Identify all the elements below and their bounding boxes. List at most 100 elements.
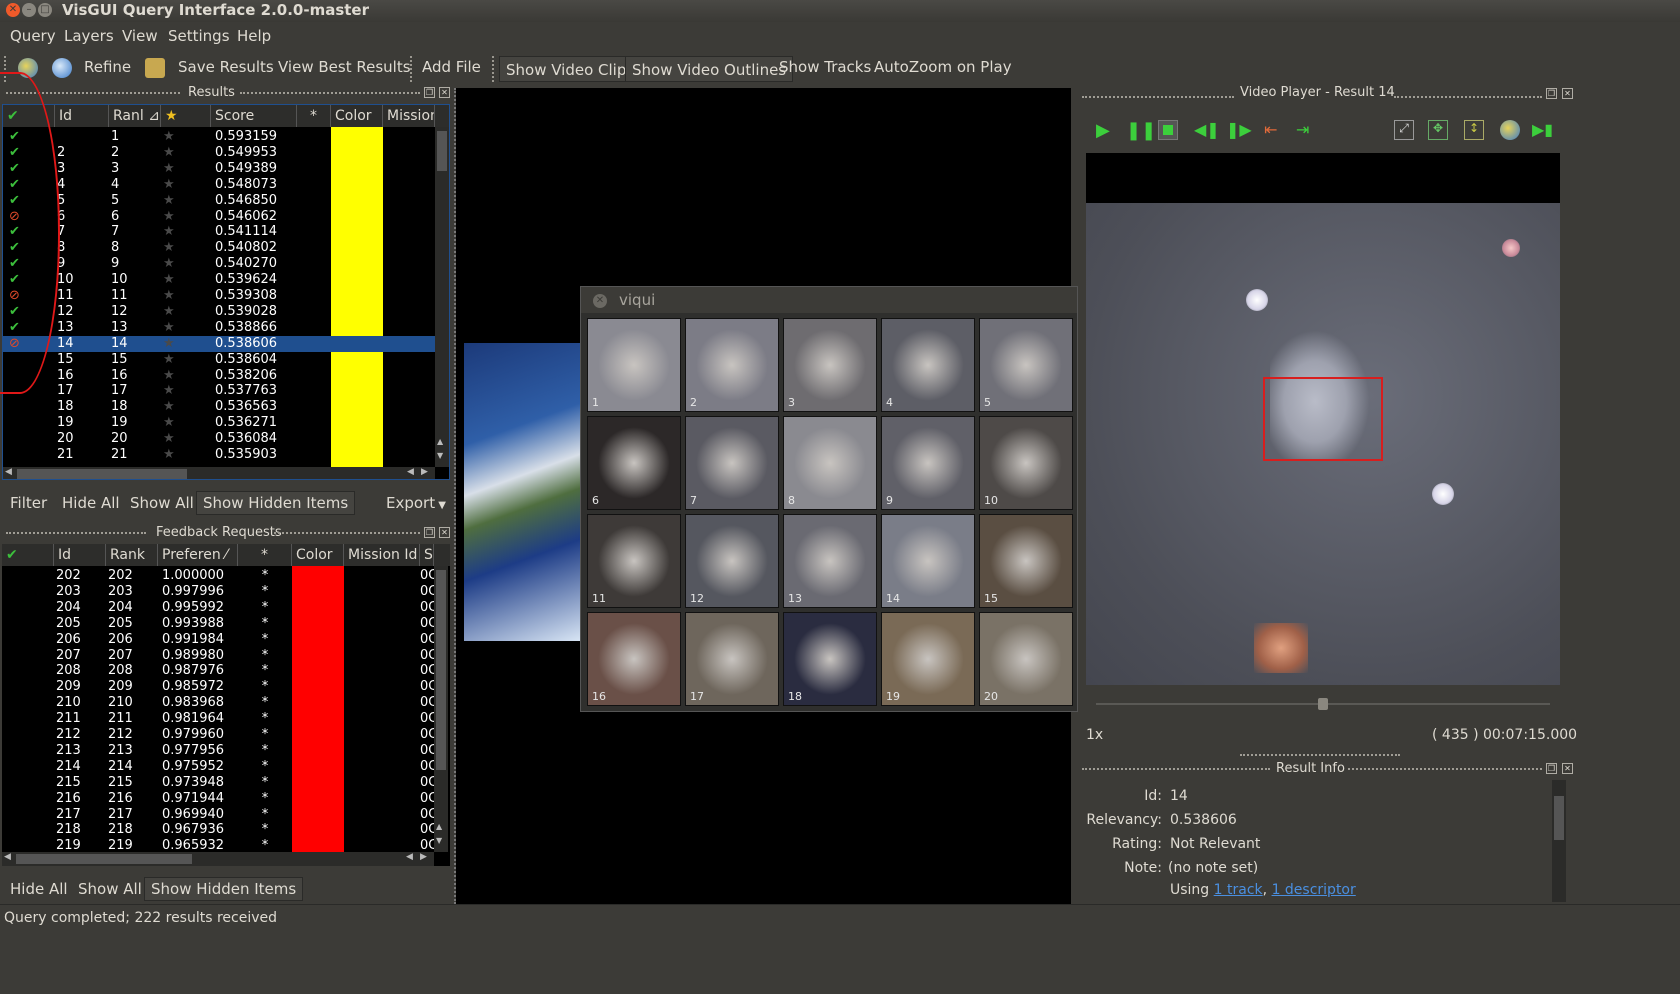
preference-column-header[interactable]: Preferen ⁄ <box>158 544 238 566</box>
menu-view[interactable]: View <box>122 27 158 45</box>
descriptor-link[interactable]: 1 descriptor <box>1272 882 1356 898</box>
splitter-handle[interactable] <box>1240 754 1400 757</box>
mission-id-column-header[interactable]: Mission Id <box>344 544 420 566</box>
close-dock-icon[interactable]: ✕ <box>439 87 450 98</box>
close-dock-icon[interactable]: ✕ <box>1562 88 1573 99</box>
scrollbar-thumb[interactable] <box>436 570 446 770</box>
refine-button[interactable]: Refine <box>84 58 131 76</box>
scroll-left-icon[interactable]: ◀ <box>5 467 12 477</box>
table-row[interactable]: 19 19 ★ 0.536271 <box>3 415 435 431</box>
table-row[interactable]: 212 212 0.979960 * 0C <box>2 727 434 743</box>
pause-icon[interactable]: ❚❚ <box>1126 120 1156 141</box>
scrollbar-thumb[interactable] <box>17 469 187 479</box>
table-row[interactable]: 21 21 ★ 0.535903 <box>3 447 435 463</box>
table-row[interactable]: 208 208 0.987976 * 0C <box>2 663 434 679</box>
dock-grip[interactable] <box>6 532 146 536</box>
results-table[interactable]: ✔ Id Ranl ⊿ ★ Score * Color Mission ✔ 1 ★ 0… <box>2 104 450 480</box>
add-file-button[interactable]: Add File <box>422 58 481 76</box>
step-back-icon[interactable]: ◀❚ <box>1194 120 1220 140</box>
track-link[interactable]: 1 track <box>1214 882 1263 898</box>
status-column-header[interactable]: ✔ <box>2 544 54 566</box>
table-row[interactable]: ✔ 13 13 ★ 0.538866 <box>3 320 435 336</box>
scrollbar-thumb[interactable] <box>1554 796 1564 840</box>
go-to-start-icon[interactable]: ⇤ <box>1264 120 1284 140</box>
table-row[interactable]: 16 16 ★ 0.538206 <box>3 368 435 384</box>
scroll-left-icon[interactable]: ◀ <box>407 467 414 477</box>
table-row[interactable]: ⊘ 6 6 ★ 0.546062 <box>3 209 435 225</box>
thumbnail-9[interactable]: 9 <box>881 416 975 510</box>
asterisk-column-header[interactable]: * <box>238 544 292 566</box>
menu-settings[interactable]: Settings <box>168 27 230 45</box>
table-row[interactable]: ✔ 2 2 ★ 0.549953 <box>3 145 435 161</box>
thumbnail-2[interactable]: 2 <box>685 318 779 412</box>
table-row[interactable]: ✔ 5 5 ★ 0.546850 <box>3 193 435 209</box>
hide-all-button[interactable]: Hide All <box>10 880 68 898</box>
table-row[interactable]: 18 18 ★ 0.536563 <box>3 399 435 415</box>
dock-grip[interactable] <box>1348 768 1542 772</box>
show-video-clips-toggle[interactable]: Show Video Clips <box>499 56 642 82</box>
rank-column-header[interactable]: Rank <box>106 544 158 566</box>
table-row[interactable]: ⊘ 14 14 ★ 0.538606 <box>3 335 435 352</box>
table-row[interactable]: 206 206 0.991984 * 0C <box>2 632 434 648</box>
scroll-down-icon[interactable]: ▼ <box>436 836 442 845</box>
table-row[interactable]: ✔ 4 4 ★ 0.548073 <box>3 177 435 193</box>
thumbnail-4[interactable]: 4 <box>881 318 975 412</box>
table-row[interactable]: 213 213 0.977956 * 0C <box>2 743 434 759</box>
thumbnail-10[interactable]: 10 <box>979 416 1073 510</box>
table-row[interactable]: ✔ 8 8 ★ 0.540802 <box>3 240 435 256</box>
feedback-vertical-scrollbar[interactable]: ▲ ▼ <box>434 566 448 852</box>
thumbnail-15[interactable]: 15 <box>979 514 1073 608</box>
scroll-right-icon[interactable]: ▶ <box>420 852 427 862</box>
save-results-button[interactable]: Save Results <box>178 58 274 76</box>
globe-icon[interactable] <box>1500 120 1520 140</box>
zoom-extent-icon[interactable]: ✥ <box>1428 120 1448 140</box>
feedback-table[interactable]: ✔ Id Rank Preferen ⁄ * Color Mission Id … <box>2 544 450 866</box>
mission-column-header[interactable]: Mission <box>383 105 435 127</box>
table-row[interactable]: 211 211 0.981964 * 0C <box>2 711 434 727</box>
show-hidden-items-toggle[interactable]: Show Hidden Items <box>196 491 356 515</box>
splitter-handle[interactable] <box>454 88 456 904</box>
id-column-header[interactable]: Id <box>54 544 106 566</box>
scroll-up-icon[interactable]: ▲ <box>436 822 442 831</box>
go-to-end-icon[interactable]: ⇥ <box>1296 120 1316 140</box>
dock-grip[interactable] <box>1394 96 1542 100</box>
dock-grip[interactable] <box>240 92 420 96</box>
results-vertical-scrollbar[interactable]: ▲ ▼ <box>435 127 449 467</box>
export-clip-icon[interactable]: ▶▮ <box>1532 120 1553 140</box>
show-video-outlines-toggle[interactable]: Show Video Outlines <box>625 56 794 82</box>
float-dock-icon[interactable]: ❐ <box>1546 88 1557 99</box>
view-best-results-button[interactable]: View Best Results <box>278 58 411 76</box>
table-row[interactable]: 205 205 0.993988 * 0C <box>2 616 434 632</box>
color-column-header[interactable]: Color <box>292 544 344 566</box>
table-row[interactable]: 203 203 0.997996 * 0C <box>2 584 434 600</box>
table-row[interactable]: 217 217 0.969940 * 0C <box>2 807 434 823</box>
thumbnail-17[interactable]: 17 <box>685 612 779 706</box>
export-menu-button[interactable]: Export ▼ <box>386 494 446 512</box>
scroll-left-icon[interactable]: ◀ <box>4 852 11 862</box>
results-horizontal-scrollbar[interactable]: ◀ ◀ ▶ <box>3 467 435 479</box>
minimize-window-button[interactable]: – <box>22 3 36 17</box>
table-row[interactable]: ✔ 3 3 ★ 0.549389 <box>3 161 435 177</box>
table-row[interactable]: 209 209 0.985972 * 0C <box>2 679 434 695</box>
thumbnail-1[interactable]: 1 <box>587 318 681 412</box>
table-row[interactable]: 216 216 0.971944 * 0C <box>2 791 434 807</box>
table-row[interactable]: ✔ 9 9 ★ 0.540270 <box>3 256 435 272</box>
thumbnail-11[interactable]: 11 <box>587 514 681 608</box>
table-row[interactable]: ✔ 1 ★ 0.593159 <box>3 129 435 145</box>
float-dock-icon[interactable]: ❐ <box>424 87 435 98</box>
dock-grip[interactable] <box>274 532 420 536</box>
table-row[interactable]: 202 202 1.000000 * 0C <box>2 568 434 584</box>
zoom-fit-icon[interactable]: ⤢ <box>1394 120 1414 140</box>
thumbnail-16[interactable]: 16 <box>587 612 681 706</box>
thumbnail-7[interactable]: 7 <box>685 416 779 510</box>
menu-query[interactable]: Query <box>10 27 56 45</box>
step-forward-icon[interactable]: ❚▶ <box>1226 120 1252 140</box>
thumbnail-20[interactable]: 20 <box>979 612 1073 706</box>
close-window-button[interactable]: ✕ <box>6 3 20 17</box>
scroll-right-icon[interactable]: ▶ <box>421 467 428 477</box>
asterisk-column-header[interactable]: * <box>297 105 331 127</box>
thumbnail-6[interactable]: 6 <box>587 416 681 510</box>
stop-button[interactable] <box>1158 120 1178 140</box>
autozoom-on-play-button[interactable]: AutoZoom on Play <box>874 58 1012 76</box>
maximize-window-button[interactable]: □ <box>38 3 52 17</box>
